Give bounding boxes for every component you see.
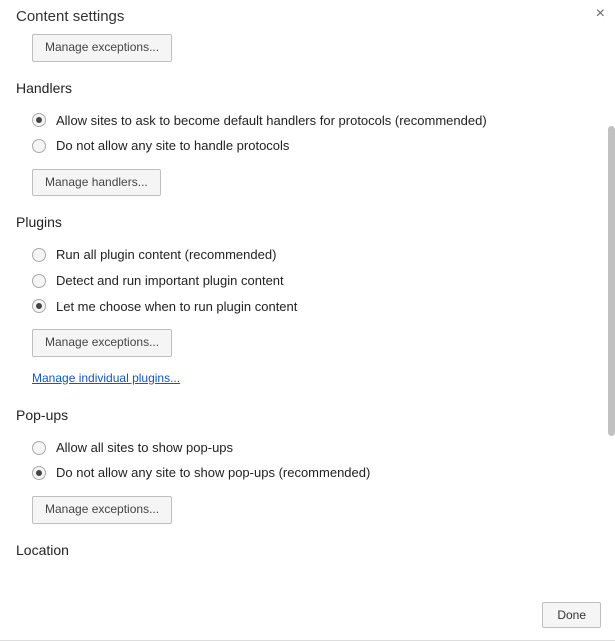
dialog-footer: Done [0, 590, 615, 640]
option-label: Do not allow any site to handle protocol… [56, 138, 289, 154]
manage-individual-plugins-link[interactable]: Manage individual plugins... [32, 371, 180, 385]
handlers-option-deny[interactable]: Do not allow any site to handle protocol… [16, 133, 599, 159]
radio-icon[interactable] [32, 248, 46, 262]
option-label: Do not allow any site to show pop-ups (r… [56, 465, 370, 481]
option-label: Let me choose when to run plugin content [56, 299, 297, 315]
option-label: Allow sites to ask to become default han… [56, 113, 487, 129]
popups-manage-exceptions-button[interactable]: Manage exceptions... [32, 496, 172, 524]
handlers-option-allow[interactable]: Allow sites to ask to become default han… [16, 108, 599, 134]
done-button[interactable]: Done [542, 602, 601, 628]
radio-icon[interactable] [32, 274, 46, 288]
radio-icon[interactable] [32, 113, 46, 127]
option-label: Run all plugin content (recommended) [56, 247, 276, 263]
radio-icon[interactable] [32, 299, 46, 313]
popups-option-deny[interactable]: Do not allow any site to show pop-ups (r… [16, 460, 599, 486]
popups-option-allow[interactable]: Allow all sites to show pop-ups [16, 435, 599, 461]
popups-section: Pop-ups Allow all sites to show pop-ups … [16, 407, 599, 524]
radio-icon[interactable] [32, 139, 46, 153]
manage-exceptions-button[interactable]: Manage exceptions... [32, 34, 172, 62]
plugins-option-choose[interactable]: Let me choose when to run plugin content [16, 294, 599, 320]
popups-title: Pop-ups [16, 407, 599, 423]
settings-scroll-area[interactable]: Manage exceptions... Handlers Allow site… [0, 30, 615, 590]
previous-section-tail: Manage exceptions... [16, 30, 599, 62]
plugins-manage-exceptions-button[interactable]: Manage exceptions... [32, 329, 172, 357]
location-section: Location [16, 542, 599, 558]
handlers-section: Handlers Allow sites to ask to become de… [16, 80, 599, 197]
handlers-title: Handlers [16, 80, 599, 96]
manage-handlers-button[interactable]: Manage handlers... [32, 169, 161, 197]
dialog-title: Content settings [0, 0, 615, 31]
radio-icon[interactable] [32, 466, 46, 480]
scrollbar-thumb[interactable] [608, 126, 615, 436]
option-label: Allow all sites to show pop-ups [56, 440, 233, 456]
plugins-title: Plugins [16, 214, 599, 230]
option-label: Detect and run important plugin content [56, 273, 284, 289]
plugins-option-detect[interactable]: Detect and run important plugin content [16, 268, 599, 294]
plugins-section: Plugins Run all plugin content (recommen… [16, 214, 599, 388]
plugins-option-runall[interactable]: Run all plugin content (recommended) [16, 242, 599, 268]
content-settings-dialog: Content settings × Manage exceptions... … [0, 0, 615, 641]
close-icon[interactable]: × [596, 6, 605, 22]
radio-icon[interactable] [32, 441, 46, 455]
location-title: Location [16, 542, 599, 558]
